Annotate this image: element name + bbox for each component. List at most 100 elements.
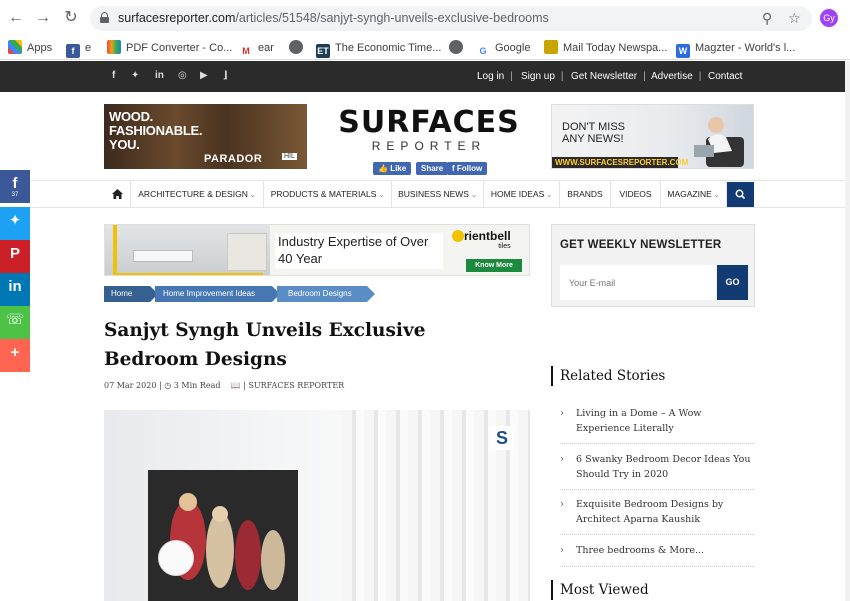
back-arrow-icon[interactable]: ← [7,9,25,27]
google-icon: G [476,44,490,58]
reload-icon[interactable]: ↻ [62,9,80,27]
related-story-item[interactable]: › Three bedrooms & More... [560,543,755,558]
twitter-icon: ✦ [8,212,22,229]
fb-like-button[interactable]: 👍 Like [373,162,412,175]
mail-today-icon [544,40,558,54]
login-link[interactable]: Log in [477,71,513,82]
article-source[interactable]: SURFACES REPORTER [248,381,344,390]
bookmark-apps[interactable]: Apps [8,40,52,56]
breadcrumb-bedroom-designs[interactable]: Bedroom Designs [277,286,375,302]
youtube-icon[interactable]: ▶ [200,70,208,81]
instagram-icon[interactable]: ◎ [178,70,187,81]
nav-products-materials[interactable]: PRODUCTS & MATERIALS ⌄ [264,181,392,207]
facebook-icon: f [66,44,80,58]
nav-videos[interactable]: VIDEOS [611,181,661,207]
nav-brands[interactable]: BRANDS [560,181,611,207]
lock-icon [100,12,109,23]
bookmark-star-icon[interactable]: ☆ [788,10,801,27]
chevron-down-icon: ⌄ [470,192,477,199]
banner-accent [113,225,117,275]
newsletter-go-button[interactable]: GO [717,265,748,300]
chevron-right-icon: › [560,499,564,510]
zoom-icon[interactable]: ⚲ [762,10,772,27]
related-story-item[interactable]: › Living in a Dome – A Wow Experience Lit… [560,406,755,436]
bookmark-globe-1[interactable] [289,40,308,56]
article-title: Sanjyt Syngh Unveils Exclusive Bedroom D… [104,320,426,370]
bookmark-google[interactable]: G Google [476,40,530,58]
ad-right-url: WWW.SURFACESREPORTER.COM [552,157,688,168]
newsletter-email-input[interactable] [560,265,716,300]
banner-tile-image [227,233,267,271]
share-linkedin-button[interactable]: in [0,273,30,306]
newsletter-promo-ad[interactable]: DON'T MISS ANY NEWS! WWW.SURFACESREPORTE… [551,104,754,169]
twitter-icon[interactable]: ✦ [131,70,139,81]
orientbell-banner-ad[interactable]: Industry Expertise of Over 40 Year rient… [104,224,530,276]
related-stories-heading: Related Stories [551,366,665,386]
chevron-down-icon: ⌄ [546,192,553,199]
pinterest-icon: P [9,245,20,262]
share-twitter-button[interactable]: ✦ [0,207,30,240]
nav-architecture-design[interactable]: ARCHITECTURE & DESIGN ⌄ [131,181,264,207]
profile-avatar[interactable]: Gy [820,9,838,27]
bookmarks-bar: Apps fe PDF Converter - Co... Mear ET The… [0,36,850,60]
chevron-right-icon: › [560,454,564,465]
article-date: 07 Mar 2020 [104,381,157,390]
linkedin-icon[interactable]: in [155,70,164,81]
ad-right-headline: DON'T MISS ANY NEWS! [562,121,626,145]
know-more-button[interactable]: Know More [466,259,522,272]
newsletter-widget: GET WEEKLY NEWSLETTER GO [551,224,755,307]
bookmark-pdf-converter[interactable]: PDF Converter - Co... [107,40,232,56]
ad-left-tag: HIL [282,153,297,160]
home-icon[interactable] [104,181,131,207]
site-topbar: f ✦ in ◎ ▶ ⌋ Log in Sign up Get Newslett… [0,61,850,92]
related-story-item[interactable]: › 6 Swanky Bedroom Decor Ideas You Should… [560,452,755,482]
forward-arrow-icon[interactable]: → [34,9,52,27]
search-button[interactable] [727,182,754,207]
divider [560,566,755,567]
article-meta: 07 Mar 2020 | ◷ 3 Min Read 📖 | SURFACES … [104,381,345,390]
nav-home-ideas[interactable]: HOME IDEAS ⌄ [484,181,560,207]
bookmark-gmail[interactable]: Mear [239,40,274,58]
divider [560,489,755,490]
bookmark-magzter[interactable]: W Magzter - World's l... [676,40,795,58]
bookmark-facebook[interactable]: fe [66,40,91,58]
nav-magazine[interactable]: MAGAZINE ⌄ [661,181,727,207]
browser-toolbar: ← → ↻ surfacesreporter.com/articles/5154… [0,0,850,36]
book-icon: 📖 [230,381,241,390]
globe-icon [449,40,463,54]
bookmark-economic-times[interactable]: ET The Economic Time... [316,40,441,58]
contact-link[interactable]: Contact [708,71,742,82]
share-pinterest-button[interactable]: P [0,240,30,273]
facebook-icon[interactable]: f [112,70,115,81]
plus-icon: + [10,344,20,361]
most-viewed-heading: Most Viewed [551,580,649,600]
site-logo[interactable]: SURFACES REPORTER [334,108,524,154]
fb-share-button[interactable]: Share [416,162,449,175]
share-whatsapp-button[interactable]: ☏ [0,306,30,339]
fb-follow-button[interactable]: f Follow [447,162,488,175]
rss-icon[interactable]: ⌋ [223,70,228,81]
parador-ad[interactable]: WOOD. FASHIONABLE. YOU. PARADOR HIL [104,104,307,169]
pdf-converter-icon [107,40,121,54]
bookmark-globe-2[interactable] [449,40,468,56]
share-facebook-button[interactable]: f 37 [0,170,30,203]
ad-left-headline: WOOD. FASHIONABLE. YOU. [109,109,203,152]
breadcrumb-home[interactable]: Home [104,286,158,302]
page-scrollbar[interactable] [845,61,850,601]
chevron-down-icon: ⌄ [713,192,720,199]
banner-accent-bottom [113,273,263,275]
whatsapp-icon: ☏ [5,311,25,328]
related-story-item[interactable]: › Exquisite Bedroom Designs by Architect … [560,497,755,527]
chevron-down-icon: ⌄ [378,192,385,199]
advertise-link[interactable]: Advertise [651,71,701,82]
read-time: 3 Min Read [173,381,221,390]
economic-times-icon: ET [316,44,330,58]
url-text[interactable]: surfacesreporter.com/articles/51548/sanj… [118,11,549,25]
breadcrumb-home-improvement[interactable]: Home Improvement Ideas [155,286,280,302]
nav-business-news[interactable]: BUSINESS NEWS ⌄ [392,181,484,207]
signup-link[interactable]: Sign up [521,71,564,82]
address-bar[interactable]: surfacesreporter.com/articles/51548/sanj… [90,6,812,31]
get-newsletter-link[interactable]: Get Newsletter [571,71,646,82]
bookmark-mail-today[interactable]: Mail Today Newspa... [544,40,667,56]
share-more-button[interactable]: + [0,339,30,372]
